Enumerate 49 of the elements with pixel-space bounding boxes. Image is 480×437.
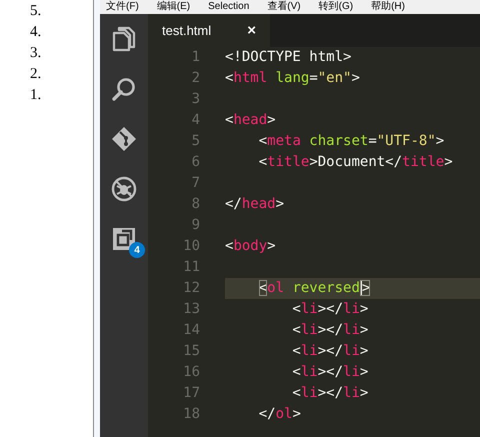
code-line: <meta charset="UTF-8"> [258,132,444,151]
line-number: 4 [190,111,201,130]
code-line: <li></li> [291,342,368,361]
line-number: 17 [182,384,201,403]
bug-icon[interactable] [111,176,137,202]
line-number: 6 [190,153,201,172]
code-line: <body> [225,237,276,256]
close-icon[interactable]: × [247,22,256,39]
line-number: 10 [182,237,201,256]
git-icon[interactable] [111,126,137,152]
line-number: 7 [190,174,201,193]
menu-item[interactable]: 文件(F) [106,0,139,14]
menu-item[interactable]: Selection [208,0,250,14]
menu-item[interactable]: 编辑(E) [156,0,190,14]
files-icon[interactable] [111,26,137,52]
line-number: 9 [190,216,201,235]
code-line: <title>Document</title> [258,153,453,172]
line-number: 15 [182,342,201,361]
code-line: <head> [225,111,276,130]
line-number: 2 [190,69,201,88]
menu-item[interactable]: 查看(V) [267,0,301,14]
code-line: <li></li> [291,363,368,382]
line-number: 16 [182,363,201,382]
line-number: 5 [190,132,201,151]
line-number: 8 [190,195,201,214]
list-number: 3. [30,44,42,63]
list-number: 2. [30,65,42,84]
editor-tab[interactable]: test.html × [148,14,270,47]
code-line: </head> [225,195,284,214]
line-number: 18 [182,405,201,424]
line-number: 11 [182,258,201,277]
list-number: 5. [30,2,42,21]
code-line: <li></li> [291,321,368,340]
menu-item[interactable]: 帮助(H) [371,0,405,14]
notification-badge: 4 [129,242,145,258]
line-number: 1 [190,48,201,67]
list-number: 1. [30,86,42,105]
line-number: 14 [182,321,201,340]
code-line: <html lang="en"> [225,69,360,88]
list-number: 4. [30,23,42,42]
code-line: </ol> [258,405,301,424]
line-number: 3 [190,90,201,109]
code-line: <!DOCTYPE html> [225,48,352,67]
code-line: <li></li> [291,300,368,319]
line-number: 13 [182,300,201,319]
menu-item[interactable]: 转到(G) [318,0,354,14]
search-icon[interactable] [111,76,137,102]
tab-label: test.html [162,23,212,38]
code-line: <li></li> [291,384,368,403]
